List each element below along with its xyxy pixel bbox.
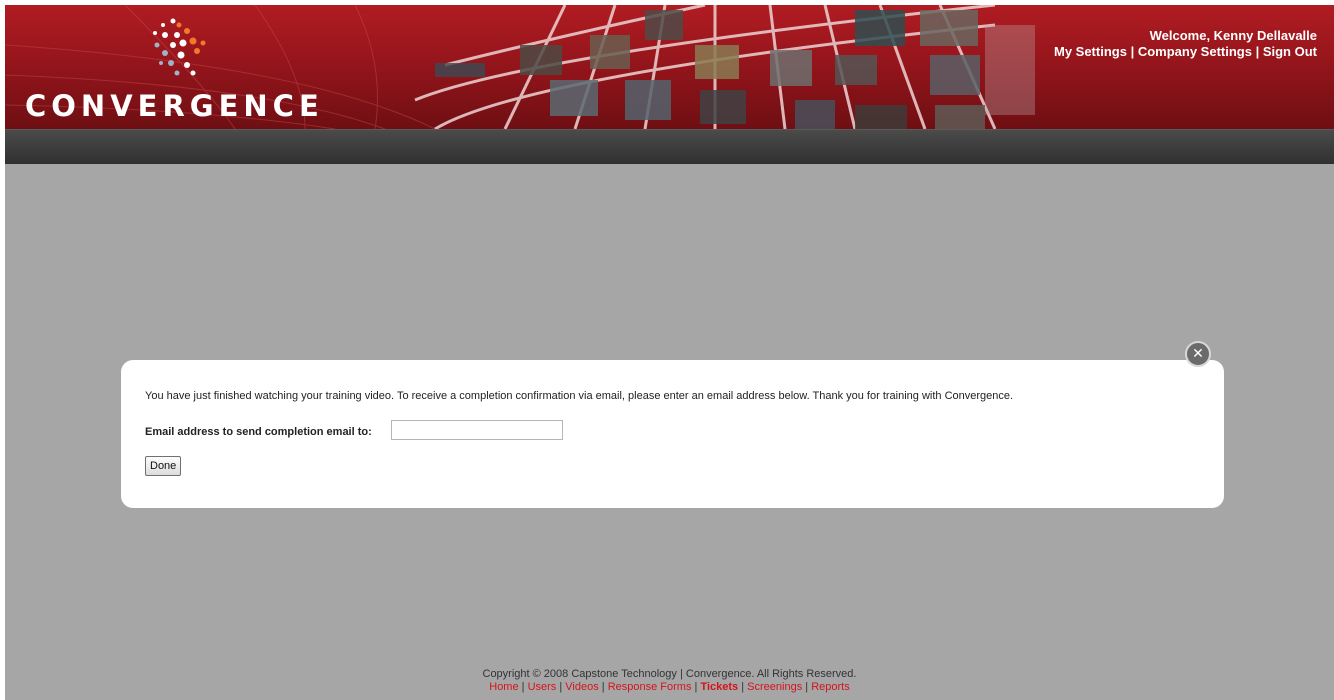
footer-link-screenings[interactable]: Screenings (747, 681, 802, 693)
sign-out-link[interactable]: Sign Out (1263, 44, 1317, 59)
dialog-message: You have just finished watching your tra… (145, 390, 1014, 402)
footer-link-videos[interactable]: Videos (565, 681, 598, 693)
brand-logo-text: CONVERGENCE (25, 89, 324, 123)
footer-links: Home | Users | Videos | Response Forms |… (5, 681, 1334, 694)
footer-link-users[interactable]: Users (528, 681, 557, 693)
link-separator: | (1251, 44, 1263, 59)
footer-link-separator: | (738, 681, 748, 693)
header-banner: CONVERGENCE Welcome, Kenny Dellavalle My… (5, 5, 1334, 129)
close-icon[interactable]: ✕ (1185, 341, 1211, 367)
footer-link-reports[interactable]: Reports (811, 681, 850, 693)
footer-link-separator: | (518, 681, 528, 693)
footer-link-separator: | (802, 681, 812, 693)
footer-link-separator: | (556, 681, 566, 693)
nav-bar (5, 129, 1334, 164)
footer-link-tickets[interactable]: Tickets (700, 681, 738, 693)
copyright-text: Copyright © 2008 Capstone Technology | C… (482, 668, 857, 680)
done-button[interactable]: Done (145, 456, 182, 476)
convergence-logo-icon (153, 18, 206, 76)
company-settings-link[interactable]: Company Settings (1138, 44, 1252, 59)
my-settings-link[interactable]: My Settings (1054, 44, 1127, 59)
footer-link-home[interactable]: Home (489, 681, 518, 693)
email-field[interactable] (391, 420, 563, 440)
link-separator: | (1126, 44, 1138, 59)
footer-link-response-forms[interactable]: Response Forms (608, 681, 692, 693)
welcome-text: Welcome, Kenny Dellavalle (1149, 28, 1317, 43)
account-links: My Settings | Company Settings | Sign Ou… (1054, 44, 1317, 60)
completion-dialog: You have just finished watching your tra… (121, 360, 1224, 508)
footer: Copyright © 2008 Capstone Technology | C… (5, 668, 1334, 694)
email-field-label: Email address to send completion email t… (145, 426, 372, 438)
footer-link-separator: | (598, 681, 608, 693)
user-menu: Welcome, Kenny Dellavalle My Settings | … (1054, 28, 1317, 60)
page: CONVERGENCE Welcome, Kenny Dellavalle My… (5, 5, 1334, 700)
